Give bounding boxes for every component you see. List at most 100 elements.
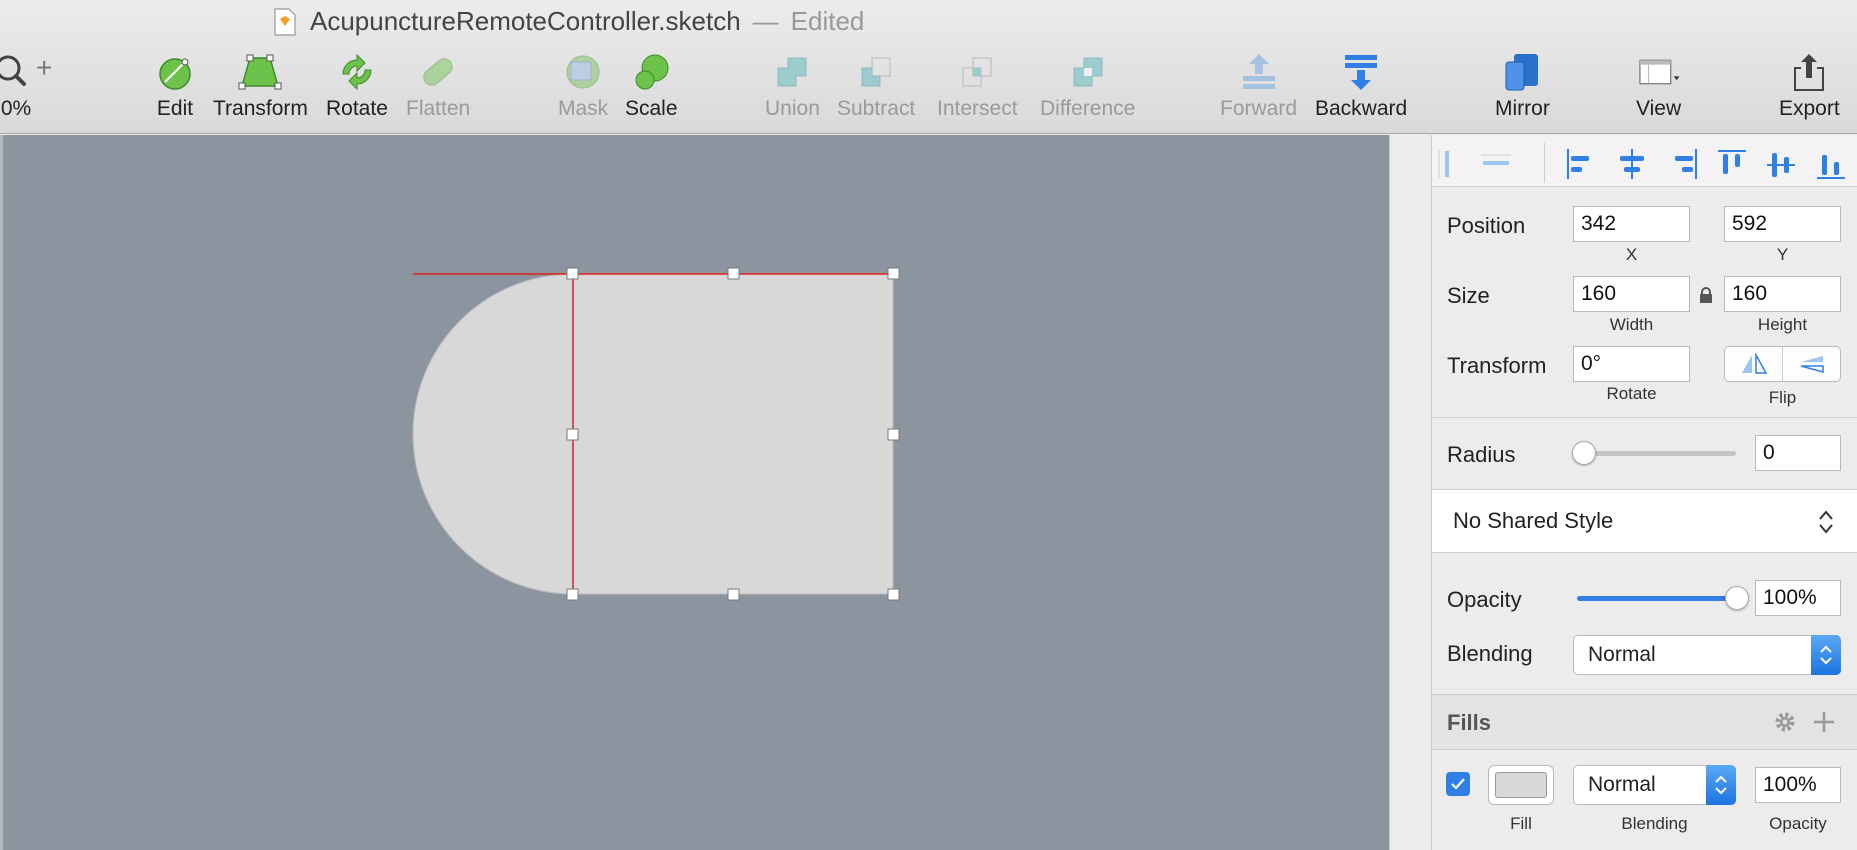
window-title: AcupunctureRemoteController.sketch — Edi… (274, 6, 864, 37)
opacity-slider-track[interactable] (1577, 596, 1737, 601)
distribute-vertical-icon[interactable] (1477, 145, 1513, 185)
mirror-button[interactable]: Mirror (1495, 50, 1550, 121)
distribute-horizontal-icon[interactable] (1433, 145, 1469, 185)
rotate-caption: Rotate (1606, 384, 1657, 403)
flip-caption: Flip (1768, 388, 1797, 407)
width-field[interactable]: 160 (1573, 276, 1690, 312)
document-name: AcupunctureRemoteController.sketch (310, 6, 741, 36)
flip-vertical-button[interactable] (1783, 347, 1840, 381)
resize-handle-left[interactable] (566, 428, 579, 441)
flip-horizontal-button[interactable] (1725, 347, 1783, 381)
magnifier-icon (0, 50, 38, 94)
mirror-icon (1500, 50, 1544, 94)
transform-icon (238, 50, 282, 94)
transform-label: Transform (213, 97, 308, 120)
toolbar-divider (1544, 143, 1545, 183)
align-center-horizontal-icon[interactable] (1614, 145, 1650, 185)
resize-handle-bottom-left[interactable] (566, 588, 579, 601)
opacity-field[interactable]: 100% (1755, 580, 1841, 616)
radius-label: Radius (1447, 442, 1516, 467)
zoom-in-button[interactable]: + (36, 52, 52, 84)
resize-handle-bottom-right[interactable] (887, 588, 900, 601)
toolbar: AcupunctureRemoteController.sketch — Edi… (0, 0, 1857, 134)
radius-slider-knob[interactable] (1572, 441, 1596, 465)
height-field[interactable]: 160 (1724, 276, 1841, 312)
subtract-icon (854, 50, 898, 94)
mirror-label: Mirror (1495, 97, 1550, 120)
flatten-button[interactable]: Flatten (406, 50, 470, 121)
subtract-button[interactable]: Subtract (837, 50, 915, 121)
plus-icon[interactable] (1812, 710, 1836, 734)
align-left-icon[interactable] (1564, 145, 1600, 185)
forward-icon (1237, 50, 1281, 94)
size-label: Size (1447, 283, 1490, 308)
opacity-slider-knob[interactable] (1725, 586, 1749, 610)
y-caption: Y (1776, 245, 1789, 264)
rotate-button[interactable]: Rotate (326, 50, 388, 121)
resize-handle-top-right[interactable] (887, 267, 900, 280)
union-button[interactable]: Union (765, 50, 820, 121)
updown-chevron-icon (1819, 510, 1833, 534)
mask-button[interactable]: Mask (558, 50, 608, 121)
align-bottom-icon[interactable] (1813, 145, 1849, 185)
gear-icon[interactable] (1773, 710, 1797, 734)
inspector-panel: Position 342 592 X Y Size 160 160 Width … (1432, 135, 1857, 850)
radius-field[interactable]: 0 (1755, 435, 1841, 471)
radius-slider-track[interactable] (1584, 451, 1736, 456)
align-middle-vertical-icon[interactable] (1763, 145, 1799, 185)
selected-shape[interactable] (412, 273, 894, 595)
height-caption: Height (1757, 315, 1808, 334)
flip-vertical-icon (1800, 356, 1824, 373)
opacity-label: Opacity (1447, 587, 1522, 612)
alignment-bar (1432, 135, 1857, 187)
export-button[interactable]: Export (1779, 50, 1840, 121)
resize-handle-top[interactable] (727, 267, 740, 280)
shared-style-value: No Shared Style (1453, 508, 1614, 533)
updown-chevron-icon (1706, 765, 1736, 805)
intersect-label: Intersect (937, 97, 1018, 120)
fill-opacity-field[interactable]: 100% (1755, 767, 1841, 803)
edit-icon (153, 50, 197, 94)
resize-handle-top-left[interactable] (566, 267, 579, 280)
union-icon (770, 50, 814, 94)
position-label: Position (1447, 213, 1526, 238)
fill-enabled-checkbox[interactable] (1446, 772, 1470, 796)
align-right-icon[interactable] (1664, 145, 1700, 185)
view-button[interactable]: View (1636, 50, 1681, 121)
position-x-field[interactable]: 342 (1573, 206, 1690, 242)
intersect-button[interactable]: Intersect (937, 50, 1018, 121)
lock-icon[interactable] (1699, 285, 1713, 309)
backward-icon (1339, 50, 1383, 94)
flip-horizontal-icon (1741, 353, 1767, 374)
forward-button[interactable]: Forward (1220, 50, 1297, 121)
difference-label: Difference (1040, 97, 1136, 120)
export-icon (1787, 50, 1831, 94)
resize-handle-bottom[interactable] (727, 588, 740, 601)
fill-blending-select[interactable]: Normal (1573, 765, 1736, 805)
transform-button[interactable]: Transform (213, 50, 308, 121)
rotate-icon (335, 50, 379, 94)
scale-button[interactable]: Scale (625, 50, 678, 121)
subtract-label: Subtract (837, 97, 916, 120)
width-caption: Width (1609, 315, 1654, 334)
flip-control (1724, 346, 1841, 382)
canvas[interactable] (0, 135, 1389, 850)
blending-select[interactable]: Normal (1573, 635, 1841, 675)
fill-swatch (1495, 772, 1547, 798)
backward-button[interactable]: Backward (1315, 50, 1407, 121)
rotate-label: Rotate (326, 97, 388, 120)
sketch-document-icon (274, 7, 296, 36)
export-label: Export (1779, 97, 1840, 120)
zoom-tool[interactable]: 0% (0, 50, 38, 121)
flatten-label: Flatten (406, 97, 471, 120)
position-y-field[interactable]: 592 (1724, 206, 1841, 242)
align-top-icon[interactable] (1714, 145, 1750, 185)
resize-handle-right[interactable] (887, 428, 900, 441)
view-label: View (1636, 97, 1682, 120)
fill-color-well[interactable] (1488, 765, 1554, 805)
rotate-field[interactable]: 0° (1573, 346, 1690, 382)
shared-style-popup[interactable]: No Shared Style (1432, 490, 1857, 552)
union-label: Union (765, 97, 820, 120)
difference-button[interactable]: Difference (1040, 50, 1135, 121)
edit-button[interactable]: Edit (153, 50, 197, 121)
